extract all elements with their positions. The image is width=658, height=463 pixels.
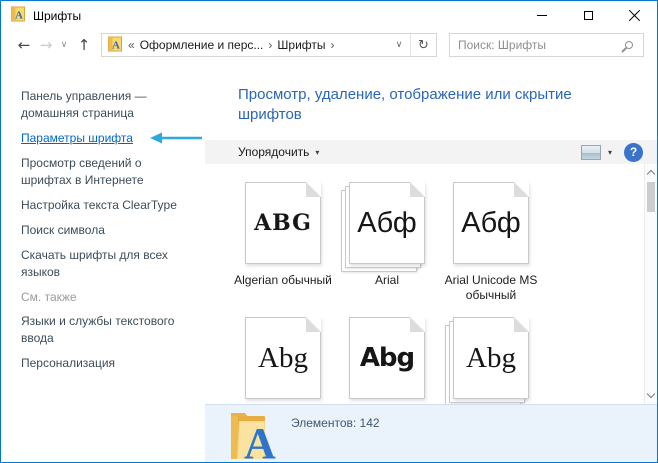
- navigation-bar: ← → ∨ ↑ A « Оформление и перс... › Шрифт…: [1, 30, 657, 60]
- sidebar-link-label: Языки и службы текстового ввода: [21, 314, 175, 345]
- callout-arrow-icon: [149, 132, 203, 149]
- font-file-icon: Abg: [245, 317, 321, 401]
- search-placeholder: Поиск: Шрифты: [458, 38, 547, 52]
- font-preview-glyph: Abg: [466, 341, 516, 374]
- organize-button[interactable]: Упорядочить ▾: [238, 145, 319, 159]
- maximize-button[interactable]: [565, 1, 611, 30]
- breadcrumb-item[interactable]: Шрифты: [277, 38, 325, 52]
- sidebar-link-label: Панель управления — домашняя страница: [21, 89, 147, 120]
- font-tile-label: Arial Unicode MS обычный: [444, 273, 538, 302]
- sidebar-link-label: Скачать шрифты для всех языков: [21, 248, 168, 279]
- font-tile[interactable]: Abg: [335, 317, 439, 404]
- font-preview-glyph: Abg: [359, 343, 415, 373]
- sidebar: Панель управления — домашняя страница Пар…: [1, 60, 205, 462]
- change-view-caret-icon[interactable]: ▾: [608, 148, 612, 157]
- title-bar: A Шрифты: [1, 1, 657, 30]
- font-tile[interactable]: ABG Algerian обычный: [231, 182, 335, 303]
- breadcrumb-item[interactable]: Оформление и перс...: [140, 38, 264, 52]
- font-preview-glyph: Абф: [461, 206, 521, 239]
- refresh-icon[interactable]: ↻: [410, 34, 436, 56]
- svg-text:A: A: [244, 419, 276, 461]
- sidebar-link[interactable]: Просмотр сведений о шрифтах в Интернете: [21, 155, 191, 189]
- maximize-icon: [583, 11, 593, 20]
- scrollbar-thumb[interactable]: [647, 182, 655, 212]
- organize-label: Упорядочить: [238, 145, 310, 159]
- sidebar-link[interactable]: Параметры шрифта: [21, 130, 202, 147]
- vertical-scrollbar[interactable]: [644, 164, 657, 404]
- sidebar-link-label: Персонализация: [21, 356, 116, 370]
- sidebar-link-label: Просмотр сведений о шрифтах в Интернете: [21, 156, 144, 187]
- font-file-icon: Абф: [453, 182, 529, 266]
- font-preview-glyph: Абф: [357, 206, 417, 239]
- svg-text:A: A: [112, 39, 120, 51]
- font-tile[interactable]: Abg: [439, 317, 543, 404]
- sidebar-heading: См. также: [21, 289, 191, 306]
- breadcrumb-overflow-icon[interactable]: «: [123, 38, 140, 52]
- font-list-area: ABG Algerian обычный Абф Arial Абф Arial Unic…: [205, 164, 657, 404]
- window-body: Панель управления — домашняя страница Пар…: [1, 60, 657, 462]
- sidebar-link[interactable]: Настройка текста ClearType: [21, 197, 191, 214]
- sidebar-link[interactable]: Панель управления — домашняя страница: [21, 88, 191, 122]
- sidebar-link[interactable]: Скачать шрифты для всех языков: [21, 247, 191, 281]
- breadcrumb-chevron-icon[interactable]: ›: [263, 38, 277, 52]
- font-file-icon: ABG: [245, 182, 321, 266]
- back-button[interactable]: ←: [13, 37, 35, 53]
- change-view-icon[interactable]: [580, 144, 601, 160]
- fonts-folder-icon-large: A: [229, 409, 277, 462]
- organize-caret-icon: ▾: [315, 147, 320, 157]
- font-tile[interactable]: Абф Arial: [335, 182, 439, 303]
- sidebar-link[interactable]: Поиск символа: [21, 222, 191, 239]
- font-tile[interactable]: Абф Arial Unicode MS обычный: [439, 182, 543, 303]
- font-tile[interactable]: AbgBaskerville Old Face обычный: [231, 317, 335, 404]
- recent-locations-dropdown-icon[interactable]: ∨: [57, 40, 71, 50]
- search-icon[interactable]: [625, 41, 633, 49]
- scroll-down-icon[interactable]: [646, 389, 656, 399]
- font-file-icon: Abg: [349, 317, 425, 401]
- sidebar-link-label: См. также: [21, 290, 77, 304]
- fonts-control-panel-window: A Шрифты ← → ∨ ↑ A « Оформление и перс..…: [0, 0, 658, 463]
- sidebar-link[interactable]: Персонализация: [21, 355, 191, 372]
- close-icon: [628, 9, 641, 22]
- forward-button[interactable]: →: [35, 37, 57, 53]
- sidebar-link-label: Поиск символа: [21, 223, 105, 237]
- font-tile-label: Algerian обычный: [234, 273, 332, 287]
- font-preview-glyph: Abg: [258, 341, 308, 374]
- window-title: Шрифты: [33, 8, 82, 23]
- sidebar-link-label: Настройка текста ClearType: [21, 198, 177, 212]
- font-grid: ABG Algerian обычный Абф Arial Абф Arial Unic…: [205, 164, 641, 404]
- breadcrumb-chevron-icon[interactable]: ›: [326, 38, 340, 52]
- font-preview-glyph: ABG: [254, 210, 312, 236]
- font-family-stack-icon: Абф: [341, 182, 425, 272]
- page-title: Просмотр, удаление, отображение или скры…: [238, 86, 572, 123]
- sidebar-link[interactable]: Языки и службы текстового ввода: [21, 313, 191, 347]
- font-family-stack-icon: Abg: [445, 317, 529, 404]
- font-tile-label: Arial: [374, 273, 399, 287]
- main-panel: Просмотр, удаление, отображение или скры…: [205, 60, 657, 462]
- main-header: Просмотр, удаление, отображение или скры…: [205, 60, 657, 140]
- details-pane: A Элементов: 142: [205, 404, 657, 462]
- up-button[interactable]: ↑: [71, 37, 97, 53]
- address-dropdown-icon[interactable]: ∨: [388, 40, 410, 50]
- sidebar-link-label: Параметры шрифта: [21, 131, 133, 145]
- minimize-icon: [537, 15, 547, 16]
- scroll-up-icon[interactable]: [646, 169, 656, 179]
- items-count: Элементов: 142: [291, 416, 380, 430]
- svg-text:A: A: [15, 10, 23, 22]
- close-button[interactable]: [611, 1, 657, 30]
- minimize-button[interactable]: [519, 1, 565, 30]
- help-button[interactable]: ?: [624, 142, 643, 162]
- fonts-app-icon: A: [10, 6, 26, 25]
- command-bar: Упорядочить ▾ ▾ ?: [205, 140, 657, 164]
- fonts-folder-icon-small: A: [107, 36, 123, 55]
- search-box[interactable]: Поиск: Шрифты: [449, 33, 644, 57]
- address-bar[interactable]: A « Оформление и перс... › Шрифты › ∨ ↻: [101, 33, 437, 57]
